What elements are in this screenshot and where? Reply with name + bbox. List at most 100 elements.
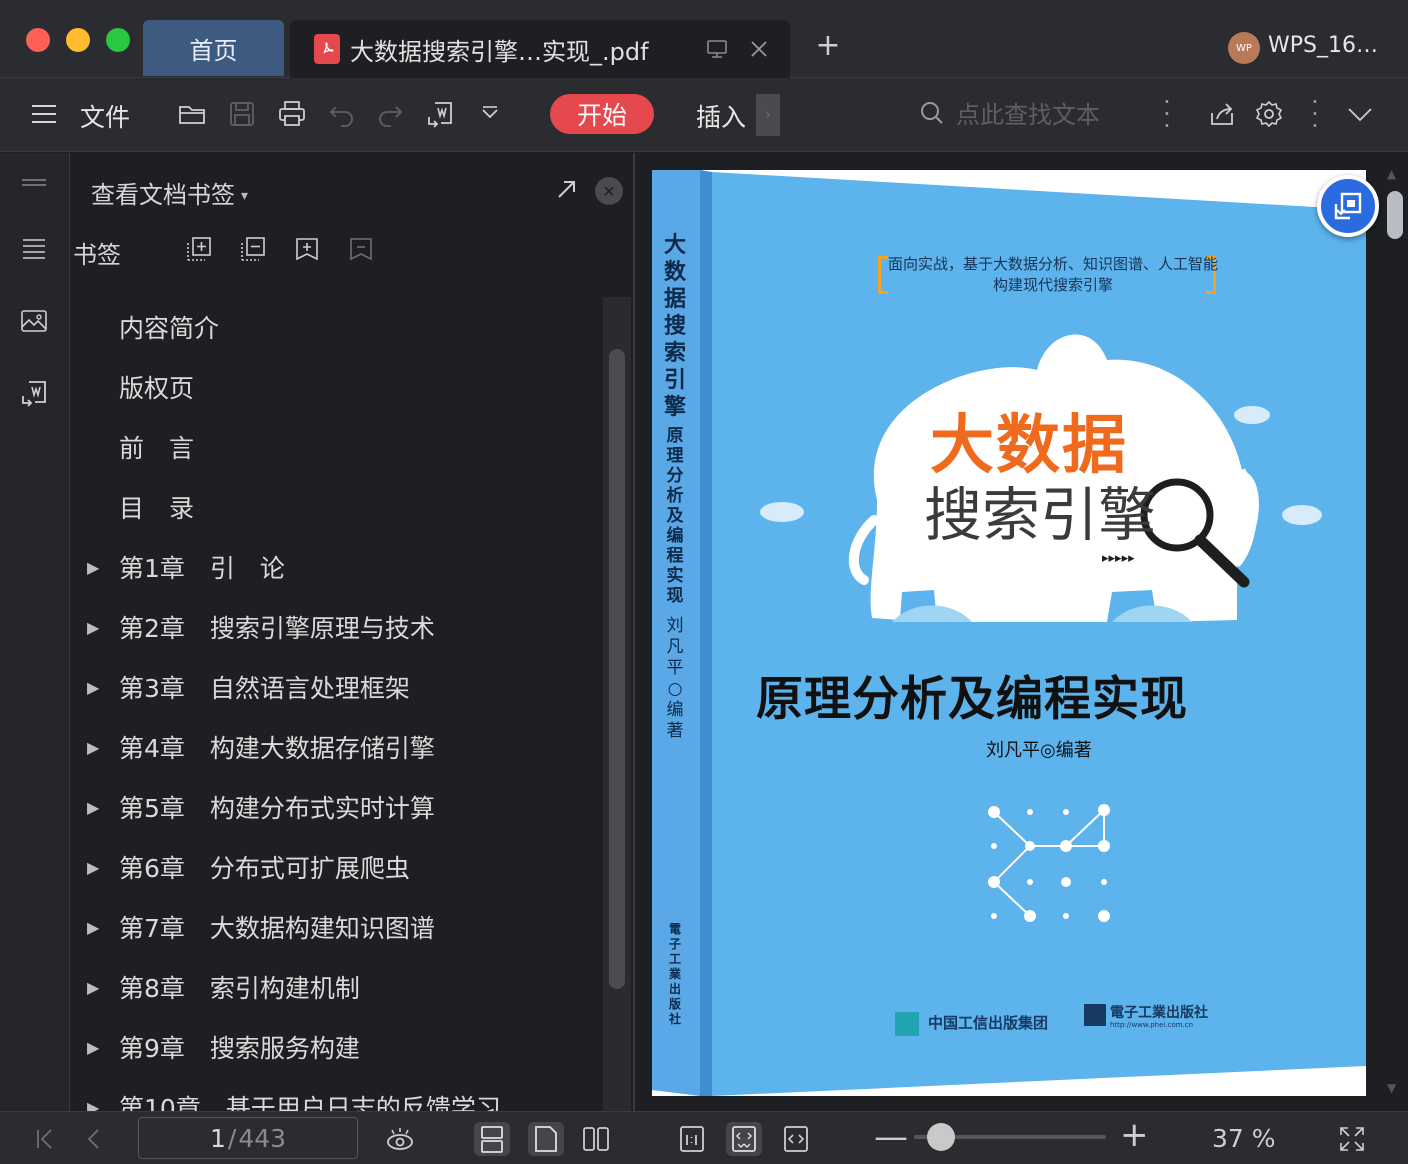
cover-main-title: 原理分析及编程实现	[756, 672, 1188, 727]
page-number-field[interactable]: 1/443	[138, 1117, 358, 1159]
convert-to-edit-button[interactable]	[1317, 175, 1379, 237]
collapse-toolbar-icon[interactable]	[1342, 96, 1378, 132]
bookmark-list-icon[interactable]	[16, 231, 52, 267]
delete-bookmark-icon[interactable]	[347, 235, 379, 267]
bookmark-panel-dropdown[interactable]: 查看文档书签 ▾	[91, 175, 248, 210]
bookmark-item-label: 第1章 引 论	[119, 554, 285, 583]
cover-tagline: 面向实战，基于大数据分析、知识图谱、人工智能构建现代搜索引擎	[888, 255, 1219, 294]
main-toolbar: 文件 开始 插入 › ··· ···	[0, 78, 1408, 152]
bookmark-item[interactable]: 版权页	[71, 357, 601, 417]
panel-scrollbar-thumb[interactable]	[609, 349, 625, 989]
tab-document[interactable]: 大数据搜索引擎…实现_.pdf	[290, 20, 790, 78]
monitor-icon[interactable]	[702, 20, 732, 78]
fit-width-icon[interactable]	[778, 1122, 814, 1156]
zoom-slider-handle[interactable]	[927, 1123, 956, 1151]
expand-arrow-icon[interactable]: ▶	[87, 1038, 99, 1057]
expand-arrow-icon[interactable]: ▶	[87, 978, 99, 997]
zoom-in-button[interactable]: +	[1120, 1118, 1149, 1152]
collapse-rail-icon[interactable]	[16, 165, 52, 201]
thumbnail-icon[interactable]	[16, 303, 52, 339]
bookmark-item[interactable]: 目 录	[71, 477, 601, 537]
expand-arrow-icon[interactable]: ▶	[87, 798, 99, 817]
bookmark-item-label: 前 言	[119, 434, 195, 463]
file-menu[interactable]: 文件	[80, 98, 130, 134]
bookmark-item-label: 目 录	[119, 494, 195, 523]
bookmark-item[interactable]: ▶ 第1章 引 论	[71, 537, 601, 597]
bookmark-item[interactable]: ▶ 第6章 分布式可扩展爬虫	[71, 837, 601, 897]
single-page-icon[interactable]	[528, 1122, 564, 1156]
expand-arrow-icon[interactable]: ▶	[87, 738, 99, 757]
pop-out-icon[interactable]	[553, 175, 581, 203]
close-window-button[interactable]	[26, 28, 50, 52]
share-icon[interactable]	[1204, 96, 1240, 132]
continuous-scroll-icon[interactable]	[474, 1122, 510, 1156]
bookmark-panel: 查看文档书签 ▾ ✕ 书签 内容简介 版权页前 言目 录 ▶ 第1章 引 论 ▶ 第2章 搜…	[71, 153, 633, 1111]
close-panel-button[interactable]: ✕	[595, 177, 623, 205]
expand-arrow-icon[interactable]: ▶	[87, 858, 99, 877]
search-input[interactable]	[956, 101, 1136, 129]
add-bookmark-icon[interactable]	[185, 235, 217, 267]
gear-icon[interactable]	[1251, 96, 1287, 132]
bookmark-item[interactable]: ▶ 第7章 大数据构建知识图谱	[71, 897, 601, 957]
bookmark-item[interactable]: ▶ 第8章 索引构建机制	[71, 957, 601, 1017]
undo-icon[interactable]	[324, 96, 360, 132]
expand-arrow-icon[interactable]: ▶	[87, 918, 99, 937]
overflow-menu-icon[interactable]: · · ·	[1310, 90, 1320, 138]
more-options-icon[interactable]: · · ·	[1162, 90, 1172, 138]
bookmark-item[interactable]: ▶ 第9章 搜索服务构建	[71, 1017, 601, 1077]
new-tab-button[interactable]: +	[812, 30, 844, 62]
expand-arrow-icon[interactable]: ▶	[87, 1098, 99, 1112]
previous-page-icon[interactable]	[76, 1122, 112, 1156]
pdf-page[interactable]: ▸▸▸▸▸ 大数据搜索引擎 原理分析及编程实现 刘凡平○编著 電子工業出版社 面…	[652, 170, 1366, 1096]
bookmark-item[interactable]: ▶ 第2章 搜索引擎原理与技术	[71, 597, 601, 657]
print-icon[interactable]	[274, 96, 310, 132]
document-scrollbar-thumb[interactable]	[1387, 191, 1403, 239]
close-tab-icon[interactable]	[744, 20, 774, 78]
bookmark-item[interactable]: ▶ 第10章 基于用户日志的反馈学习	[71, 1077, 601, 1111]
new-bookmark-icon[interactable]	[293, 235, 325, 267]
user-name[interactable]: WPS_16…	[1268, 33, 1378, 58]
cover-author: 刘凡平◎编著	[986, 740, 1092, 761]
maximize-window-button[interactable]	[106, 28, 130, 52]
scroll-down-icon[interactable]: ▼	[1387, 1081, 1396, 1095]
bookmark-item[interactable]: ▶ 第3章 自然语言处理框架	[71, 657, 601, 717]
export-word-icon[interactable]	[16, 375, 52, 411]
hamburger-menu-icon[interactable]	[26, 96, 62, 132]
pdf-icon	[314, 34, 340, 64]
open-folder-icon[interactable]	[174, 96, 210, 132]
tab-home[interactable]: 首页	[143, 20, 284, 76]
chevron-down-icon[interactable]	[472, 96, 508, 132]
eye-protection-icon[interactable]	[382, 1122, 418, 1156]
bookmark-item[interactable]: 内容简介	[71, 297, 601, 357]
navigation-rail	[0, 153, 70, 1111]
expand-arrow-icon[interactable]: ▶	[87, 558, 99, 577]
more-tabs-button[interactable]: ›	[756, 94, 780, 136]
add-child-bookmark-icon[interactable]	[239, 235, 271, 267]
scroll-up-icon[interactable]: ▲	[1387, 167, 1396, 181]
search-box[interactable]	[918, 96, 1138, 134]
document-scrollbar[interactable]	[1385, 153, 1408, 1111]
zoom-out-button[interactable]: —	[874, 1120, 908, 1154]
zoom-percent[interactable]: 37 %	[1212, 1124, 1276, 1153]
first-page-icon[interactable]	[26, 1122, 62, 1156]
two-page-icon[interactable]	[578, 1122, 614, 1156]
export-word-icon[interactable]	[422, 96, 458, 132]
bookmark-item-label: 第4章 构建大数据存储引擎	[119, 734, 435, 763]
redo-icon[interactable]	[372, 96, 408, 132]
minimize-window-button[interactable]	[66, 28, 90, 52]
document-viewer[interactable]: ▸▸▸▸▸ 大数据搜索引擎 原理分析及编程实现 刘凡平○编著 電子工業出版社 面…	[635, 153, 1408, 1111]
search-icon	[918, 99, 946, 131]
actual-size-icon[interactable]	[674, 1122, 710, 1156]
fullscreen-icon[interactable]	[1334, 1122, 1370, 1156]
save-icon[interactable]	[224, 96, 260, 132]
fit-page-icon[interactable]	[726, 1122, 762, 1156]
bookmark-item-label: 第6章 分布式可扩展爬虫	[119, 854, 410, 883]
tab-start[interactable]: 开始	[550, 94, 654, 134]
tab-insert[interactable]: 插入	[696, 98, 746, 134]
bookmark-item[interactable]: 前 言	[71, 417, 601, 477]
bookmark-item[interactable]: ▶ 第5章 构建分布式实时计算	[71, 777, 601, 837]
avatar[interactable]: WP	[1228, 32, 1260, 64]
bookmark-item[interactable]: ▶ 第4章 构建大数据存储引擎	[71, 717, 601, 777]
expand-arrow-icon[interactable]: ▶	[87, 618, 99, 637]
expand-arrow-icon[interactable]: ▶	[87, 678, 99, 697]
